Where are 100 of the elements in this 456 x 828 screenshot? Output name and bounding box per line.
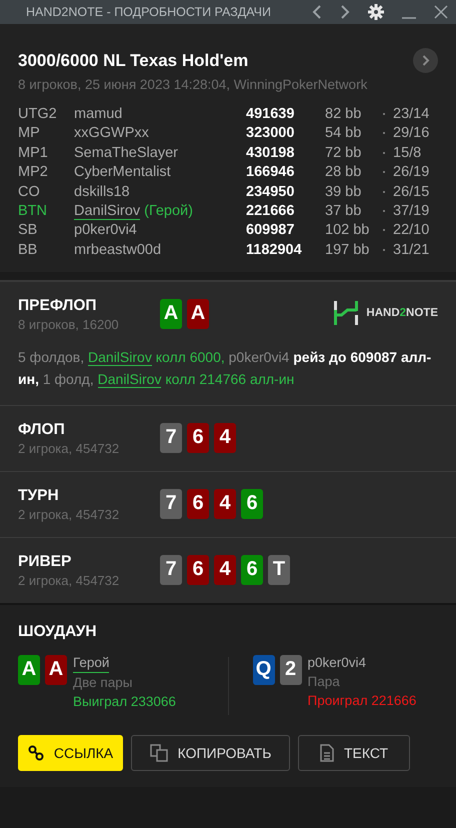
playing-card: A: [45, 654, 67, 685]
logo-icon[interactable]: [334, 300, 358, 325]
player-position: BTN: [18, 202, 48, 219]
playing-card: 2: [280, 654, 302, 685]
player-stack: 430198: [246, 144, 296, 161]
hand-combination: Две пары: [73, 674, 134, 692]
action-log: 5 фолдов, DanilSirov колл 6000, p0ker0vi4 рейз до 609087 алл-ин, 1 фолд, DanilSirov колл 214766 алл-ин: [18, 348, 432, 390]
playing-card: Q: [252, 654, 274, 685]
playing-card: 4: [214, 422, 236, 453]
link-button[interactable]: ССЫЛКА: [18, 734, 123, 771]
link-icon: [28, 744, 44, 761]
player-name: CyberMentalist: [74, 164, 172, 180]
stack-bb: 39 bb: [325, 184, 362, 200]
playing-card: A: [160, 298, 182, 329]
playing-card: 6: [187, 554, 209, 585]
player-stats: 26/15: [393, 184, 430, 200]
player-name: p0ker0vi4: [308, 654, 366, 672]
playing-card: A: [187, 298, 209, 329]
stack-bb: 102 bb: [325, 222, 370, 238]
street-info: 2 игрока, 454732: [18, 572, 120, 588]
separator-dot: [383, 132, 385, 134]
player-stats: 15/8: [393, 144, 422, 161]
stack-bb: 197 bb: [325, 242, 370, 258]
playing-card: 6: [187, 422, 209, 453]
playing-card: 6: [187, 488, 209, 519]
playing-card: 4: [214, 554, 236, 585]
window-title: HAND2NOTE - ПОДРОБНОСТИ РАЗДАЧИ: [26, 5, 272, 19]
player-stats: 26/19: [393, 164, 430, 180]
player-name: mrbeastw00d: [74, 242, 162, 258]
copy-icon: [150, 744, 168, 762]
document-icon: [320, 744, 334, 762]
street-title: ФЛОП: [18, 420, 66, 439]
player-stack: 609987: [246, 222, 296, 238]
player-link[interactable]: DanilSirov: [88, 348, 152, 366]
stack-bb: 72 bb: [325, 144, 362, 161]
showdown-title: ШОУДАУН: [18, 622, 98, 641]
player-name: xxGGWPxx: [74, 125, 150, 142]
separator-dot: [383, 171, 385, 174]
hand-subtitle: 8 игроков, 25 июня 2023 14:28:04, WinningPokerNetwork: [18, 77, 368, 92]
previous-icon[interactable]: [312, 5, 322, 19]
player-position: SB: [18, 222, 38, 238]
player-position: MP1: [18, 144, 49, 161]
separator-dot: [383, 210, 385, 212]
street-info: 8 игроков, 16200: [18, 316, 120, 332]
player-name: mamud: [74, 106, 124, 122]
hand-title: 3000/6000 NL Texas Hold'em: [18, 50, 248, 70]
street-title: ПРЕФЛОП: [18, 296, 98, 315]
playing-card: 4: [214, 488, 236, 519]
player-name[interactable]: DanilSirov (Герой): [74, 202, 246, 219]
player-position: BB: [18, 242, 38, 258]
player-stack: 166946: [246, 164, 296, 180]
player-stack: 234950: [246, 184, 296, 200]
street-info: 2 игрока, 454732: [18, 506, 120, 522]
close-icon[interactable]: [434, 5, 448, 19]
stack-bb: 28 bb: [325, 164, 362, 180]
copy-button[interactable]: КОПИРОВАТЬ: [131, 734, 290, 771]
player-name: p0ker0vi4: [74, 222, 138, 238]
player-stack: 491639: [246, 106, 296, 122]
hand-combination: Пара: [308, 672, 341, 691]
player-stats: 31/21: [393, 242, 430, 258]
playing-card: 7: [160, 554, 182, 585]
stack-bb: 82 bb: [325, 106, 362, 122]
player-name: dskills18: [74, 184, 131, 200]
player-stack: 323000: [246, 125, 296, 142]
playing-card: 7: [160, 422, 182, 453]
hand-result: Выиграл 233066: [73, 692, 176, 711]
separator-dot: [383, 248, 385, 251]
text-button[interactable]: ТЕКСТ: [298, 734, 410, 771]
playing-card: 7: [160, 488, 182, 519]
settings-icon[interactable]: [368, 4, 384, 20]
player-stack: 1182904: [246, 242, 303, 258]
separator-dot: [383, 229, 385, 232]
street-title: ТУРН: [18, 486, 60, 505]
player-link[interactable]: DanilSirov: [98, 370, 162, 388]
separator-dot: [383, 152, 385, 154]
playing-card: T: [268, 554, 290, 585]
hand-result: Проиграл 221666: [308, 692, 416, 710]
stack-bb: 37 bb: [325, 202, 362, 219]
player-name: SemaTheSlayer: [74, 144, 179, 161]
player-name[interactable]: Герой: [73, 652, 110, 673]
player-stats: 29/16: [393, 125, 430, 142]
separator-dot: [383, 113, 385, 115]
next-hand-icon[interactable]: [413, 48, 438, 73]
player-stack: 221666: [246, 202, 296, 219]
brand-logo-text: HAND2NOTE: [366, 306, 438, 319]
street-info: 2 игрока, 454732: [18, 440, 120, 456]
separator-dot: [383, 190, 385, 193]
player-position: CO: [18, 184, 41, 200]
player-stats: 23/14: [393, 106, 430, 122]
next-icon[interactable]: [340, 5, 350, 19]
player-position: UTG2: [18, 106, 58, 122]
player-stats: 37/19: [393, 202, 430, 219]
playing-card: 6: [241, 554, 263, 585]
stack-bb: 54 bb: [325, 125, 362, 142]
street-title: РИВЕР: [18, 552, 72, 571]
playing-card: 6: [241, 488, 263, 519]
playing-card: A: [18, 654, 40, 685]
player-stats: 22/10: [393, 222, 430, 238]
player-position: MP2: [18, 164, 49, 180]
player-position: MP: [18, 125, 41, 142]
